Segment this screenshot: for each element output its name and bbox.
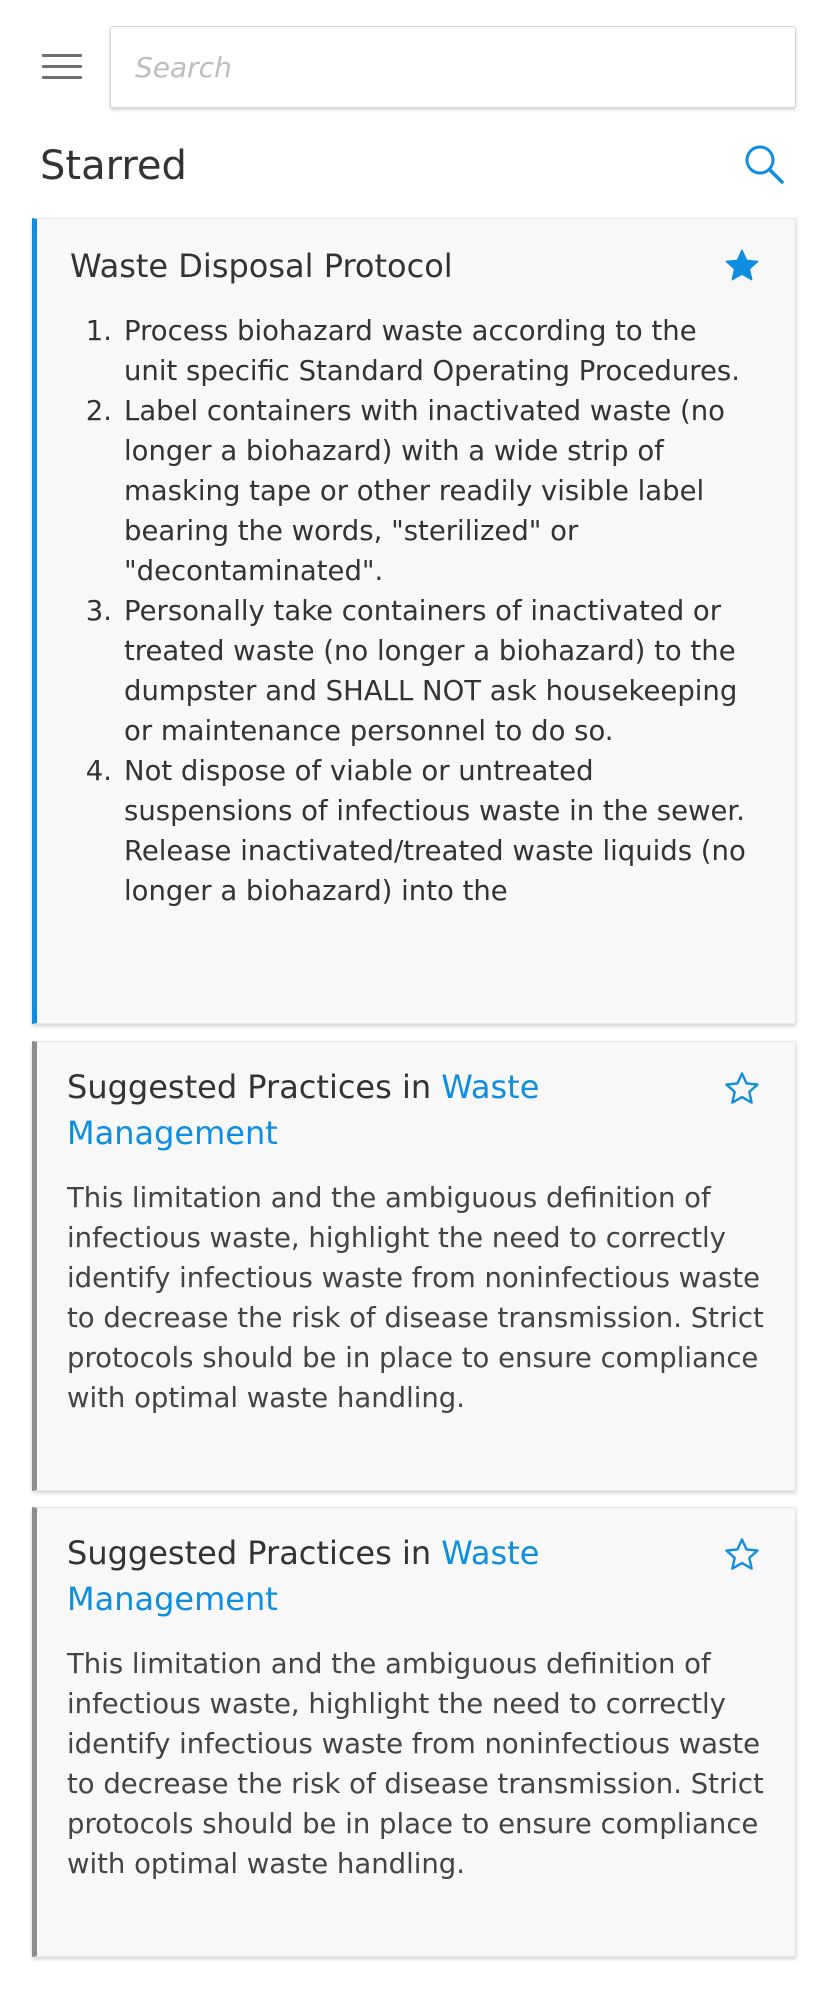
star-outline-icon[interactable] <box>723 1536 761 1574</box>
protocol-steps-list: 1. Process biohazard waste according to … <box>72 311 752 911</box>
card-body-text: This limitation and the ambiguous defini… <box>67 1648 764 1880</box>
protocol-step: 1. Process biohazard waste according to … <box>72 311 752 391</box>
search-input[interactable] <box>111 27 795 107</box>
protocol-card[interactable]: Waste Disposal Protocol 1. Process bioha… <box>32 218 796 1024</box>
card-heading: Suggested Practices in Waste Management <box>67 1064 687 1156</box>
hamburger-menu-icon[interactable] <box>36 50 90 84</box>
card-connector: in <box>401 1534 432 1572</box>
step-text: Process biohazard waste according to the… <box>124 315 740 387</box>
protocol-step: 2. Label containers with inactivated was… <box>72 391 752 591</box>
star-filled-icon[interactable] <box>723 247 761 285</box>
protocol-step: 4. Not dispose of viable or untreated su… <box>72 751 752 911</box>
search-icon[interactable] <box>740 140 790 190</box>
card-category-label: Suggested Practices <box>67 1534 392 1572</box>
suggested-practices-card[interactable]: Suggested Practices in Waste Management … <box>32 1507 796 1957</box>
card-connector: in <box>401 1068 432 1106</box>
suggested-practices-card[interactable]: Suggested Practices in Waste Management … <box>32 1041 796 1491</box>
protocol-card-title: Waste Disposal Protocol <box>70 247 453 285</box>
menu-line <box>42 54 82 57</box>
menu-line <box>42 65 82 68</box>
star-outline-icon[interactable] <box>723 1070 761 1108</box>
step-text: Label containers with inactivated waste … <box>124 395 725 587</box>
step-number: 2. <box>85 395 112 427</box>
top-bar <box>0 0 828 134</box>
card-heading: Suggested Practices in Waste Management <box>67 1530 687 1622</box>
search-box[interactable] <box>110 26 796 108</box>
menu-line <box>42 76 82 79</box>
step-number: 4. <box>85 755 112 787</box>
step-text: Not dispose of viable or untreated suspe… <box>124 755 746 907</box>
step-number: 1. <box>85 315 112 347</box>
step-text: Personally take containers of inactivate… <box>124 595 738 747</box>
card-body-text: This limitation and the ambiguous defini… <box>67 1182 764 1414</box>
page-title: Starred <box>40 143 187 189</box>
protocol-step: 3. Personally take containers of inactiv… <box>72 591 752 751</box>
card-category-label: Suggested Practices <box>67 1068 392 1106</box>
step-number: 3. <box>85 595 112 627</box>
